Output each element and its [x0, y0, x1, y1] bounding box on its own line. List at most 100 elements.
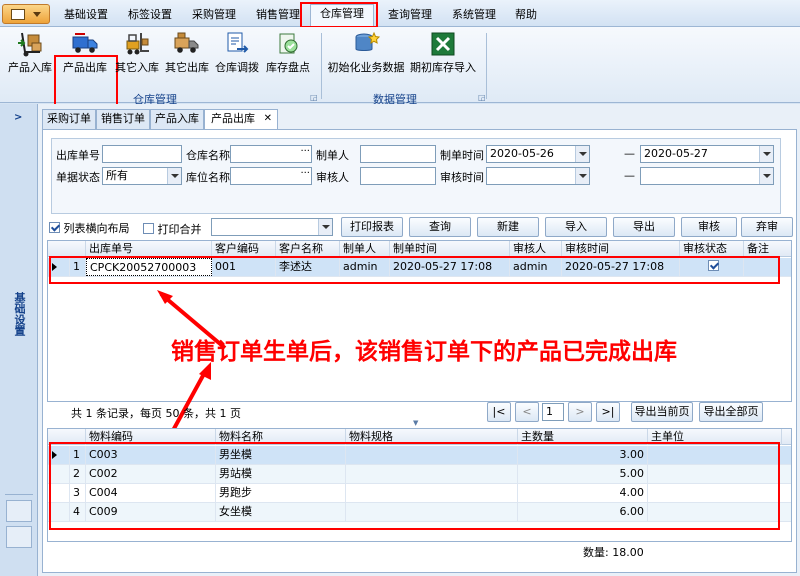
- ribbon: 产品入库 产品出库 其它入库 其它出库 仓库调拨 库存盘点 仓库管理 ◲ 初始化…: [0, 27, 800, 117]
- grid-header-cell[interactable]: 审核状态: [680, 241, 744, 257]
- group-expand-icon[interactable]: ◲: [478, 93, 486, 102]
- forklift-icon: [126, 33, 149, 55]
- ribbon-group-label-warehouse: 仓库管理: [133, 93, 177, 106]
- warehouse-transfer-label: 仓库调拨: [215, 61, 259, 74]
- inventory-count-label: 库存盘点: [266, 61, 310, 74]
- last-page-button[interactable]: >|: [596, 402, 620, 422]
- menu-tab-purchase[interactable]: 采购管理: [186, 6, 242, 24]
- auditor-input[interactable]: [360, 167, 436, 185]
- grid-header-cell: [48, 241, 86, 257]
- sidebar-panel-button[interactable]: [6, 526, 32, 548]
- excel-icon: [431, 32, 455, 56]
- status-label: 单据状态: [56, 171, 100, 184]
- grid-header-cell[interactable]: 客户编码: [212, 241, 276, 257]
- status-select[interactable]: 所有: [102, 167, 182, 185]
- warehouse-label: 仓库名称: [186, 149, 230, 162]
- truck-icon: [72, 33, 98, 53]
- first-page-button[interactable]: |<: [487, 402, 511, 422]
- group-expand-icon[interactable]: ◲: [310, 93, 318, 102]
- ribbon-group-divider: [321, 33, 322, 99]
- opening-stock-import-label: 期初库存导入: [410, 61, 476, 74]
- audit-button[interactable]: 审核: [681, 217, 737, 237]
- import-button[interactable]: 导入: [545, 217, 607, 237]
- warehouse-transfer-button[interactable]: 仓库调拨: [214, 31, 260, 91]
- inventory-count-button[interactable]: 库存盘点: [264, 31, 312, 91]
- grid-header-cell[interactable]: 出库单号: [86, 241, 212, 257]
- next-page-button[interactable]: >: [568, 402, 592, 422]
- grid-header-cell[interactable]: 审核人: [510, 241, 562, 257]
- print-report-button[interactable]: 打印报表: [341, 217, 403, 237]
- export-all-pages-button[interactable]: 导出全部页: [699, 402, 763, 422]
- product-inbound-label: 产品入库: [8, 61, 52, 74]
- grid-header-cell[interactable]: 制单时间: [390, 241, 510, 257]
- prev-page-button[interactable]: <: [515, 402, 539, 422]
- grid-header-cell[interactable]: 审核时间: [562, 241, 680, 257]
- out-no-input[interactable]: [102, 145, 182, 163]
- menu-bar: 基础设置 标签设置 采购管理 销售管理 仓库管理 查询管理 系统管理 帮助: [0, 0, 800, 28]
- pager-summary: 共 1 条记录，每页 50 条，共 1 页: [71, 407, 241, 420]
- audit-time-from-input[interactable]: [486, 167, 590, 185]
- maker-input[interactable]: [360, 145, 436, 163]
- product-inbound-button[interactable]: 产品入库: [6, 31, 54, 91]
- other-outbound-button[interactable]: 其它出库: [164, 31, 210, 91]
- menu-tab-help[interactable]: 帮助: [508, 6, 544, 24]
- tab-product-outbound[interactable]: 产品出库 ✕: [204, 109, 278, 130]
- out-no-label: 出库单号: [56, 149, 100, 162]
- menu-tab-label-settings[interactable]: 标签设置: [122, 6, 178, 24]
- ellipsis-icon[interactable]: ···: [300, 166, 310, 182]
- opening-stock-import-button[interactable]: 期初库存导入: [408, 31, 478, 91]
- page-number-input[interactable]: 1: [542, 403, 564, 421]
- chevron-down-icon[interactable]: [575, 168, 589, 184]
- close-icon[interactable]: ✕: [264, 110, 272, 128]
- ellipsis-icon[interactable]: ···: [300, 144, 310, 160]
- query-button[interactable]: 查询: [409, 217, 471, 237]
- grid-header-cell[interactable]: 客户名称: [276, 241, 340, 257]
- unaudit-button[interactable]: 弃审: [741, 217, 793, 237]
- layout-checkbox[interactable]: 列表横向布局: [49, 220, 130, 236]
- highlight-box-detail-rows: [49, 442, 780, 530]
- print-template-select[interactable]: [211, 218, 333, 236]
- chevron-down-icon[interactable]: [575, 146, 589, 162]
- chevron-down-icon[interactable]: [759, 168, 773, 184]
- grid-header-cell[interactable]: 制单人: [340, 241, 390, 257]
- chevron-down-icon[interactable]: [318, 219, 332, 235]
- make-time-to-input[interactable]: 2020-05-27: [640, 145, 774, 163]
- init-business-data-button[interactable]: 初始化业务数据: [326, 31, 406, 91]
- audit-time-to-input[interactable]: [640, 167, 774, 185]
- tab-product-outbound-label: 产品出库: [211, 112, 255, 125]
- sidebar-collapse-icon[interactable]: >: [14, 112, 22, 123]
- menu-tab-sales[interactable]: 销售管理: [250, 6, 306, 24]
- range-dash: —: [624, 147, 635, 160]
- chevron-down-icon: [33, 12, 41, 17]
- splitter-handle-icon[interactable]: ▼: [413, 419, 418, 427]
- other-inbound-label: 其它入库: [115, 61, 159, 74]
- annotation-text: 销售订单生单后，该销售订单下的产品已完成出库: [171, 339, 677, 365]
- checkbox-checked[interactable]: [49, 222, 60, 233]
- export-button[interactable]: 导出: [613, 217, 675, 237]
- menu-tab-basic-settings[interactable]: 基础设置: [58, 6, 114, 24]
- chevron-down-icon[interactable]: [167, 168, 181, 184]
- tab-product-inbound[interactable]: 产品入库: [150, 109, 204, 129]
- location-input[interactable]: ···: [230, 167, 312, 185]
- sidebar-item-basic-settings[interactable]: 基础设置: [12, 292, 26, 336]
- menu-tab-query[interactable]: 查询管理: [382, 6, 438, 24]
- other-inbound-button[interactable]: 其它入库: [114, 31, 160, 91]
- menu-tab-system[interactable]: 系统管理: [446, 6, 502, 24]
- chevron-down-icon[interactable]: [759, 146, 773, 162]
- delivery-truck-icon: [174, 32, 199, 53]
- make-time-from-input[interactable]: 2020-05-26: [486, 145, 590, 163]
- new-button[interactable]: 新建: [477, 217, 539, 237]
- grid-header-cell[interactable]: 备注: [744, 241, 791, 257]
- sidebar-panel-button[interactable]: [6, 500, 32, 522]
- app-menu-button[interactable]: [2, 4, 50, 24]
- highlight-box-outbound-row: [49, 256, 780, 284]
- checkbox-unchecked[interactable]: [143, 223, 154, 234]
- tab-sales-order[interactable]: 销售订单: [96, 109, 150, 129]
- range-dash: —: [624, 169, 635, 182]
- status-value: 所有: [106, 169, 128, 182]
- warehouse-input[interactable]: ···: [230, 145, 312, 163]
- tab-purchase-order[interactable]: 采购订单: [42, 109, 96, 129]
- total-quantity: 数量: 18.00: [583, 546, 644, 559]
- print-merge-checkbox[interactable]: 打印合并: [143, 221, 202, 237]
- export-current-page-button[interactable]: 导出当前页: [631, 402, 693, 422]
